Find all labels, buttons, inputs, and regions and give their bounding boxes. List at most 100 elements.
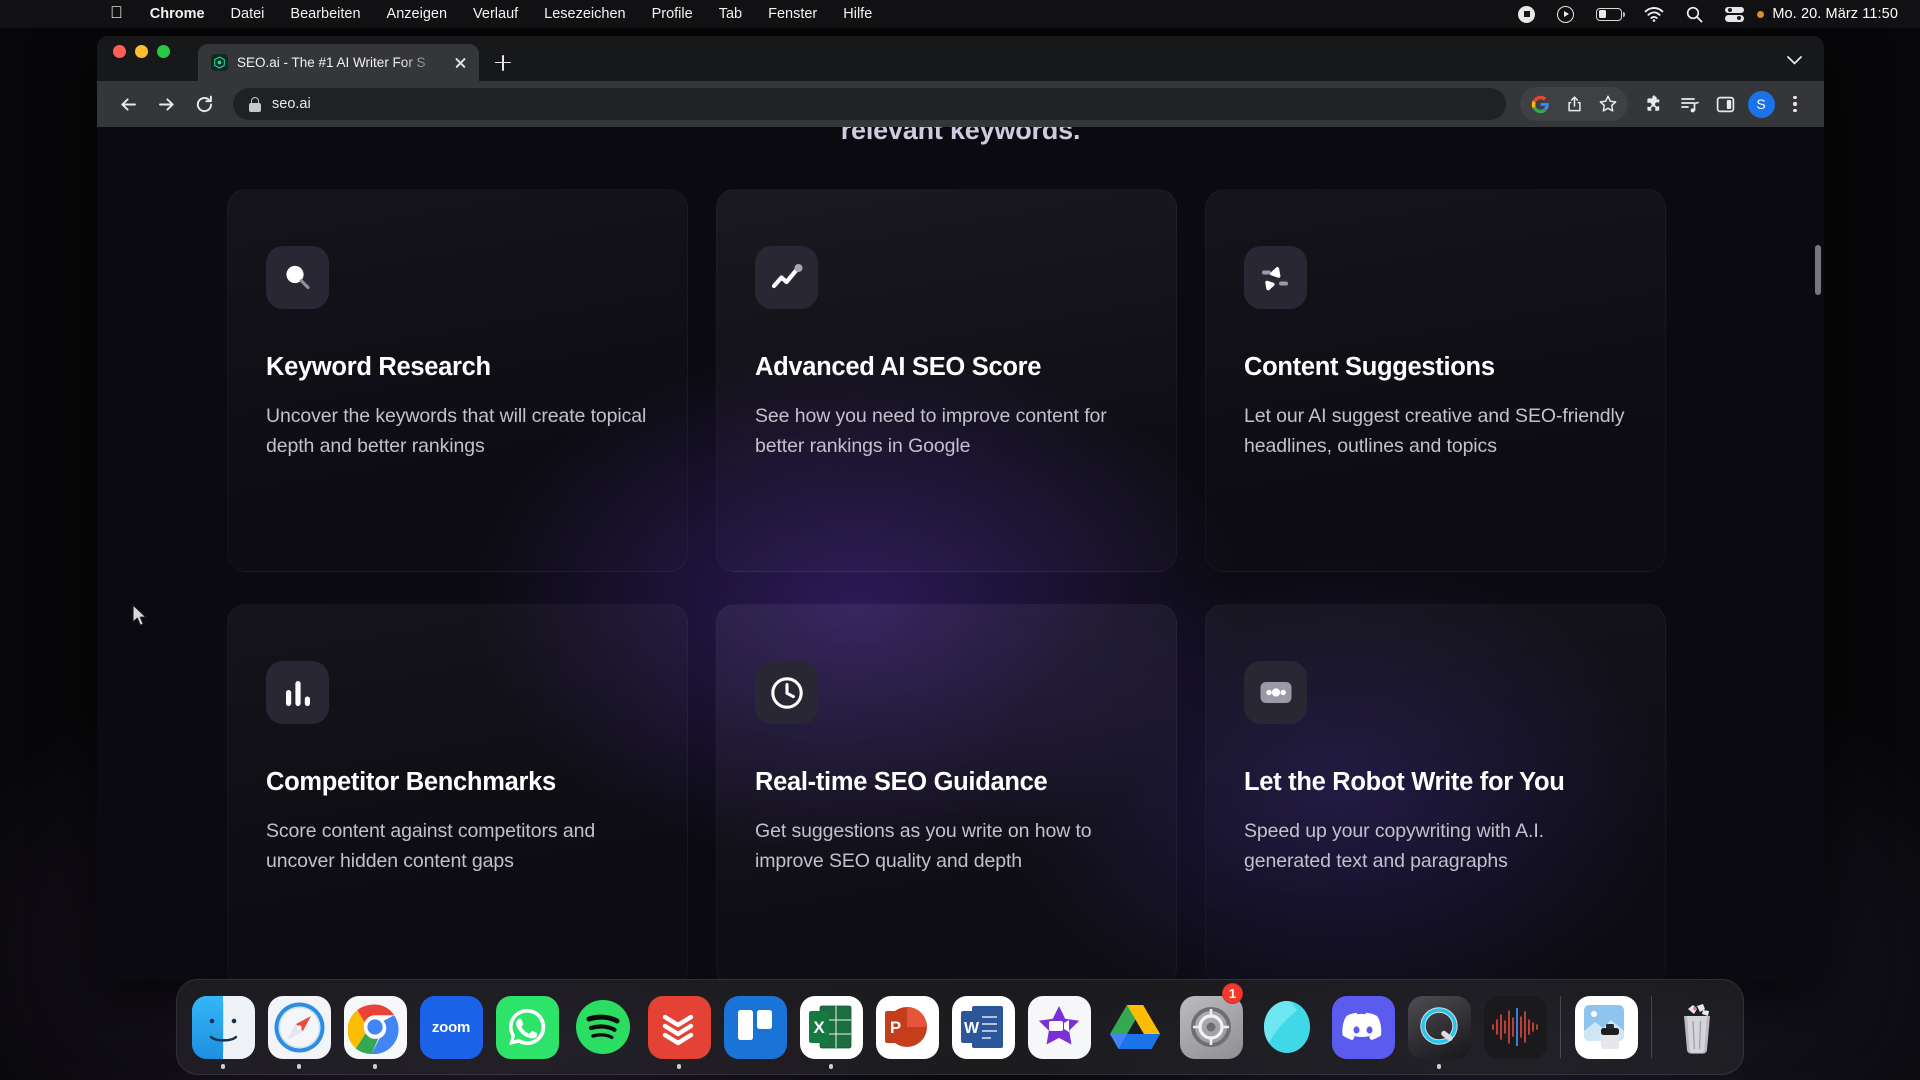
feature-card-keyword-research[interactable]: Keyword Research Uncover the keywords th… <box>227 189 688 572</box>
close-window-button[interactable] <box>113 45 126 58</box>
dock-item-finder[interactable] <box>185 979 261 1075</box>
spotlight-search-icon[interactable] <box>1675 0 1714 28</box>
menu-item-hilfe[interactable]: Hilfe <box>830 0 885 28</box>
dock-item-system-settings[interactable]: 1 <box>1173 979 1249 1075</box>
dock-item-powerpoint[interactable]: P <box>869 979 945 1075</box>
dock-separator <box>1560 996 1561 1058</box>
dock-item-imovie[interactable] <box>1021 979 1097 1075</box>
menu-bar-status-area: Mo. 20. März 11:50 <box>1507 0 1920 28</box>
dock-separator <box>1651 996 1652 1058</box>
dock-item-trash[interactable] <box>1659 979 1735 1075</box>
omnibox-url-text: seo.ai <box>272 96 311 112</box>
bookmark-star-icon[interactable] <box>1591 87 1625 121</box>
feature-card-real-time-seo-guidance[interactable]: Real-time SEO Guidance Get suggestions a… <box>716 604 1177 981</box>
dock-item-whatsapp[interactable] <box>489 979 565 1075</box>
dock-item-preview[interactable] <box>1568 979 1644 1075</box>
dock-running-indicator <box>220 1064 226 1069</box>
dock-item-quicktime[interactable] <box>1401 979 1477 1075</box>
feature-card-title: Keyword Research <box>266 353 491 381</box>
feature-card-title: Real-time SEO Guidance <box>755 768 1048 796</box>
dock-item-word[interactable]: W <box>945 979 1021 1075</box>
extensions-puzzle-icon[interactable] <box>1636 87 1670 121</box>
page-scrollbar-thumb[interactable] <box>1815 245 1821 295</box>
feature-card-description: See how you need to improve content for … <box>755 405 1107 458</box>
maximize-window-button[interactable] <box>157 45 170 58</box>
arrow-right-icon[interactable] <box>149 87 183 121</box>
menu-item-lesezeichen[interactable]: Lesezeichen <box>531 0 638 28</box>
dock-item-excel[interactable]: X <box>793 979 869 1075</box>
browser-tab-title: SEO.ai - The #1 AI Writer For S <box>237 55 426 70</box>
dock-label-zoom: zoom <box>431 1018 471 1036</box>
menu-item-bearbeiten[interactable]: Bearbeiten <box>277 0 373 28</box>
bar-chart-icon <box>266 661 329 724</box>
dock-item-spotify[interactable] <box>565 979 641 1075</box>
reload-icon[interactable] <box>187 87 221 121</box>
dock-item-google-drive[interactable] <box>1097 979 1173 1075</box>
feature-card-description: Score content against competitors and un… <box>266 820 596 873</box>
dock-item-teal-app[interactable] <box>1249 979 1325 1075</box>
menu-item-fenster[interactable]: Fenster <box>755 0 830 28</box>
google-g-icon[interactable] <box>1523 87 1557 121</box>
close-icon[interactable] <box>451 53 470 72</box>
dock-item-discord[interactable] <box>1325 979 1401 1075</box>
lock-icon <box>249 96 261 112</box>
browser-tab-strip: SEO.ai - The #1 AI Writer For S <box>97 36 1824 81</box>
menu-item-chrome[interactable]: Chrome <box>137 0 218 28</box>
feature-card-title: Let the Robot Write for You <box>1244 768 1565 796</box>
kebab-menu-icon[interactable] <box>1780 89 1810 119</box>
dock-item-chrome[interactable] <box>337 979 413 1075</box>
feature-card-title: Advanced AI SEO Score <box>755 353 1042 381</box>
share-icon[interactable] <box>1557 87 1591 121</box>
wifi-icon[interactable] <box>1633 0 1675 28</box>
content-suggestions-icon <box>1244 246 1307 309</box>
svg-text:P: P <box>890 1018 901 1037</box>
control-center-icon[interactable] <box>1714 0 1755 28</box>
menu-item-verlauf[interactable]: Verlauf <box>460 0 531 28</box>
feature-card-description: Get suggestions as you write on how to i… <box>755 820 1092 873</box>
battery-icon[interactable] <box>1585 0 1633 28</box>
arrow-left-icon[interactable] <box>111 87 145 121</box>
page-headline-clipped: relevant keywords. <box>840 127 1081 145</box>
menu-item-profile[interactable]: Profile <box>639 0 706 28</box>
feature-card-title: Content Suggestions <box>1244 353 1495 381</box>
menu-item-datei[interactable]: Datei <box>218 0 278 28</box>
feature-card-grid: Keyword Research Uncover the keywords th… <box>227 189 1666 981</box>
now-playing-icon[interactable] <box>1546 0 1585 28</box>
dock-running-indicator <box>828 1064 834 1069</box>
dock-item-safari[interactable] <box>261 979 337 1075</box>
menu-bar-clock[interactable]: Mo. 20. März 11:50 <box>1764 6 1898 22</box>
seo-ai-favicon <box>211 54 228 71</box>
dock-item-zoom[interactable]: zoom <box>413 979 489 1075</box>
screen-record-icon[interactable] <box>1507 0 1546 28</box>
dock-badge-count: 1 <box>1222 983 1243 1004</box>
feature-card-description: Speed up your copywriting with A.I. gene… <box>1244 820 1544 873</box>
clock-icon <box>755 661 818 724</box>
side-panel-icon[interactable] <box>1708 87 1742 121</box>
svg-text:W: W <box>964 1020 980 1037</box>
browser-tab-active[interactable]: SEO.ai - The #1 AI Writer For S <box>198 44 479 81</box>
dock-item-todoist[interactable] <box>641 979 717 1075</box>
window-traffic-lights <box>113 36 170 81</box>
dock-item-trello[interactable] <box>717 979 793 1075</box>
feature-card-advanced-ai-seo-score[interactable]: Advanced AI SEO Score See how you need t… <box>716 189 1177 572</box>
avatar[interactable]: S <box>1744 87 1778 121</box>
orange-privacy-dot <box>1757 10 1765 18</box>
svg-text:X: X <box>813 1018 825 1037</box>
omnibox-address-bar[interactable]: seo.ai <box>233 88 1506 120</box>
page-viewport: relevant keywords. Keyword Research Unco… <box>97 127 1824 981</box>
dock-item-audio-waveform[interactable] <box>1477 979 1553 1075</box>
feature-card-description: Let our AI suggest creative and SEO-frie… <box>1244 405 1625 458</box>
chrome-browser-window: SEO.ai - The #1 AI Writer For S seo.ai S… <box>97 36 1824 981</box>
chevron-down-icon[interactable] <box>1787 52 1802 70</box>
feature-card-description: Uncover the keywords that will create to… <box>266 405 647 458</box>
feature-card-let-the-robot-write[interactable]: Let the Robot Write for You Speed up you… <box>1205 604 1666 981</box>
browser-toolbar: seo.ai S <box>97 81 1824 127</box>
feature-card-competitor-benchmarks[interactable]: Competitor Benchmarks Score content agai… <box>227 604 688 981</box>
feature-card-content-suggestions[interactable]: Content Suggestions Let our AI suggest c… <box>1205 189 1666 572</box>
apple-logo-icon[interactable]:  <box>110 0 137 27</box>
plus-icon[interactable] <box>486 44 520 81</box>
minimize-window-button[interactable] <box>135 45 148 58</box>
menu-item-tab[interactable]: Tab <box>706 0 755 28</box>
menu-item-anzeigen[interactable]: Anzeigen <box>374 0 460 28</box>
reading-list-icon[interactable] <box>1672 87 1706 121</box>
